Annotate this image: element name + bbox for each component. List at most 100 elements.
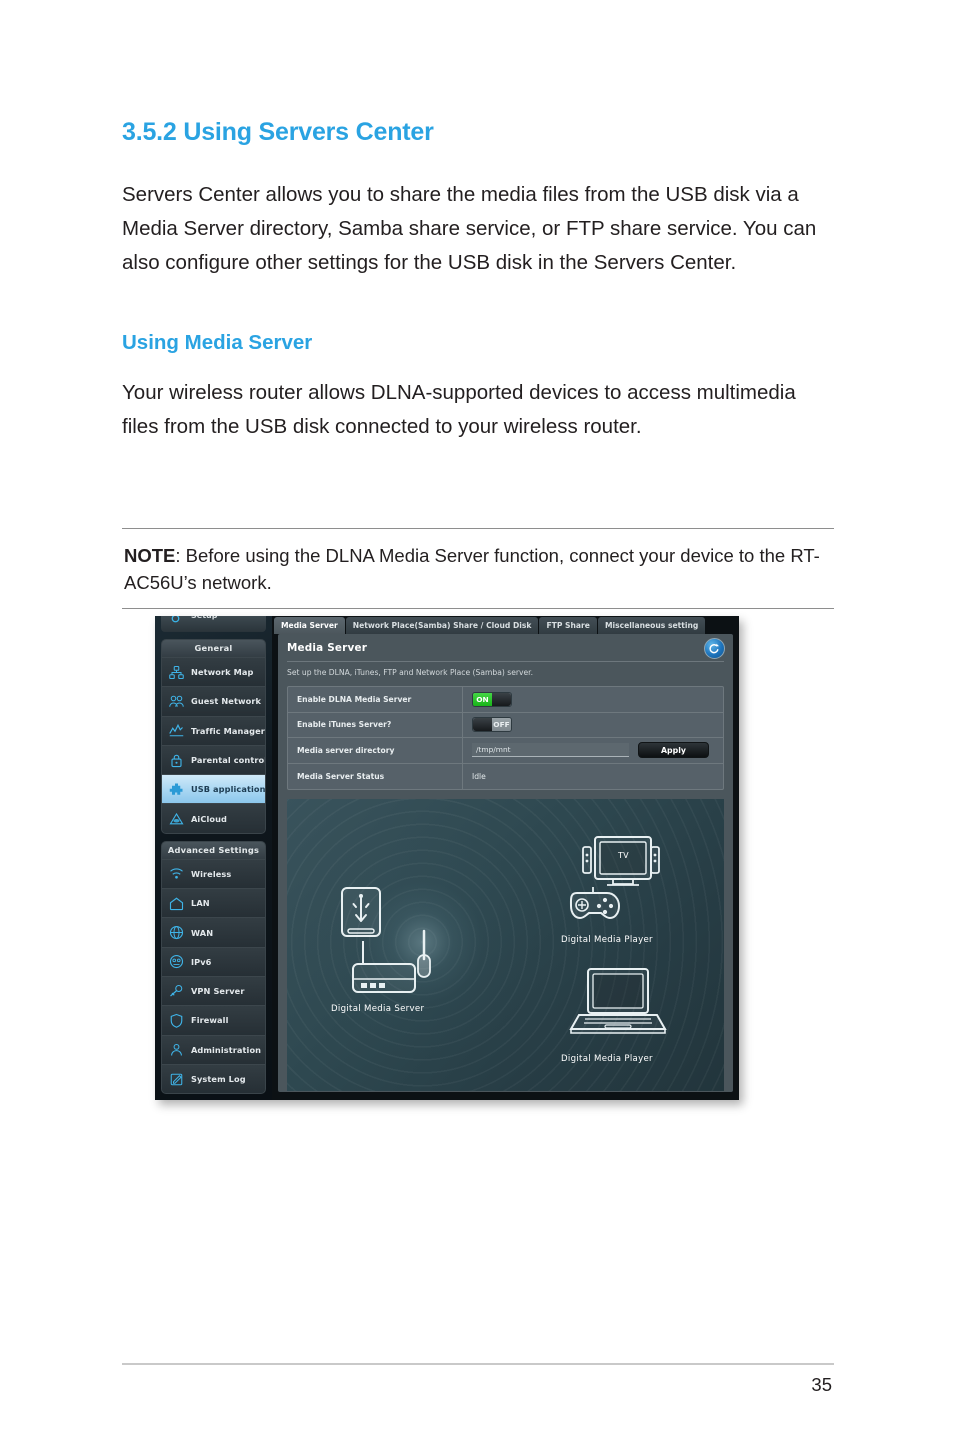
sidebar-item-lan[interactable]: LAN [162,888,265,918]
sidebar-group-general: General Network Map Guest Network Traffi… [161,639,266,834]
sidebar-item-system-log-label: System Log [191,1074,246,1084]
sidebar-item-aicloud-label: AiCloud [191,813,227,824]
parental-control-icon [168,752,185,769]
gamepad-icon [569,887,621,920]
sidebar-group-advanced: Advanced Settings Wireless LAN WAN IPv6 … [161,840,266,1095]
sidebar-item-guest-network-label: Guest Network [191,696,262,707]
intro-paragraph: Servers Center allows you to share the m… [122,183,817,274]
subsection-title: Using Media Server [122,331,313,354]
setting-value-directory: Apply [463,738,723,763]
usb-application-icon [168,781,185,798]
sidebar-item-firewall-label: Firewall [191,1015,229,1026]
itunes-toggle-off-label: OFF [492,718,511,732]
setup-icon [169,616,182,623]
system-log-icon [168,1071,185,1088]
sidebar-item-vpn-server[interactable]: VPN Server [162,975,265,1006]
setting-label-status: Media Server Status [288,763,463,789]
sidebar-item-wireless-label: Wireless [191,868,232,879]
tab-media-server[interactable]: Media Server [274,617,345,634]
media-server-panel: Media Server Set up the DLNA, iTunes, FT… [278,634,733,1092]
setting-row-dlna: Enable DLNA Media Server ON [288,687,723,713]
setting-label-itunes: Enable iTunes Server? [288,712,463,737]
settings-table: Enable DLNA Media Server ON Enable iTune… [287,686,724,790]
tv-screen-label: TV [618,851,629,860]
sidebar-item-wan-label: WAN [191,927,214,938]
tab-network-place-samba-share-cloud-disk[interactable]: Network Place(Samba) Share / Cloud Disk [345,617,539,634]
sidebar-item-setup[interactable]: Setup [161,616,266,632]
setting-value-dlna: ON [463,687,723,712]
firewall-icon [168,1012,185,1029]
router-icon [352,963,416,993]
sidebar-item-guest-network[interactable]: Guest Network [162,686,265,716]
usb-drive-icon [341,887,381,937]
media-server-paragraph: Your wireless router allows DLNA-support… [122,381,796,438]
panel-title: Media Server [287,642,368,654]
wireless-icon [168,865,185,882]
manual-page: 3.5.2 Using Servers Center Servers Cente… [0,0,954,1438]
sidebar-item-parental-control[interactable]: Parental control [162,744,266,775]
administration-icon [168,1041,185,1058]
itunes-toggle-knob [473,718,492,732]
sidebar-item-usb-application[interactable]: USB application [162,774,266,804]
sidebar-item-wireless[interactable]: Wireless [162,858,265,889]
setting-row-itunes: Enable iTunes Server? OFF [288,712,723,738]
tab-miscellaneous-setting[interactable]: Miscellaneous setting [597,617,706,634]
sidebar-item-traffic-manager-label: Traffic Manager [191,725,265,736]
sidebar-item-ipv6[interactable]: IPv6 [162,946,265,976]
footer-rule [122,1363,834,1365]
sidebar-item-administration-label: Administration [191,1044,262,1055]
back-arrow-icon[interactable] [704,638,725,659]
vpn-server-icon [168,983,185,1000]
note-label: NOTE [124,545,176,566]
digital-media-player-tv-label: Digital Media Player [561,935,653,945]
sidebar-item-parental-control-label: Parental control [191,755,266,766]
tab-bar: Media Server Network Place(Samba) Share … [272,616,739,634]
wan-icon [168,924,185,941]
setting-label-directory: Media server directory [288,738,463,763]
note-bottom-rule [122,608,834,609]
dlna-toggle-on-label: ON [473,692,492,706]
setting-label-dlna: Enable DLNA Media Server [288,687,463,712]
sidebar-item-setup-label: Setup [191,616,217,620]
digital-media-player-laptop-label: Digital Media Player [561,1054,653,1064]
page-title: 3.5.2 Using Servers Center [122,118,434,146]
sidebar-group-general-header: General [162,640,265,657]
laptop-icon [569,968,667,1034]
sidebar-item-aicloud[interactable]: AiCloud [162,803,265,833]
sidebar-item-traffic-manager[interactable]: Traffic Manager [162,715,265,745]
ipv6-icon [168,953,185,970]
sidebar-item-vpn-server-label: VPN Server [191,986,245,997]
digital-media-server-label: Digital Media Server [331,1004,425,1014]
sidebar-item-system-log[interactable]: System Log [162,1063,265,1094]
main-panel: Media Server Network Place(Samba) Share … [272,616,739,1100]
note-body-text: : Before using the DLNA Media Server fun… [124,545,820,593]
tab-ftp-share[interactable]: FTP Share [539,617,597,634]
setting-row-directory: Media server directory Apply [288,738,723,764]
sidebar-item-wan[interactable]: WAN [162,917,265,947]
setting-value-status: Idle [472,771,486,781]
traffic-manager-icon [168,722,185,739]
setting-row-status: Media Server Status Idle [288,763,723,789]
sidebar-item-network-map[interactable]: Network Map [162,657,265,687]
network-map-icon [168,664,185,681]
sidebar: Setup General Network Map Guest Network [155,616,272,1100]
guest-network-icon [168,693,185,710]
itunes-toggle[interactable]: OFF [472,717,512,733]
dlna-topology-diagram: Digital Media Server TV Digital Media Pl… [287,799,724,1091]
media-server-directory-input[interactable] [472,743,629,758]
apply-button[interactable]: Apply [638,742,709,759]
sidebar-item-firewall[interactable]: Firewall [162,1005,265,1035]
setting-value-itunes: OFF [463,713,723,738]
sidebar-item-usb-application-label: USB application [191,784,266,795]
note-block: NOTE: Before using the DLNA Media Server… [122,528,834,609]
note-text: NOTE: Before using the DLNA Media Server… [122,529,834,608]
aicloud-icon [168,810,185,827]
dlna-toggle[interactable]: ON [472,691,512,707]
sidebar-item-administration[interactable]: Administration [162,1034,265,1064]
router-antenna-connector [419,974,455,980]
sidebar-item-lan-label: LAN [191,898,210,909]
lan-icon [168,895,185,912]
sidebar-group-advanced-header: Advanced Settings [162,841,265,859]
page-number: 35 [811,1374,832,1395]
panel-description: Set up the DLNA, iTunes, FTP and Network… [287,668,533,677]
